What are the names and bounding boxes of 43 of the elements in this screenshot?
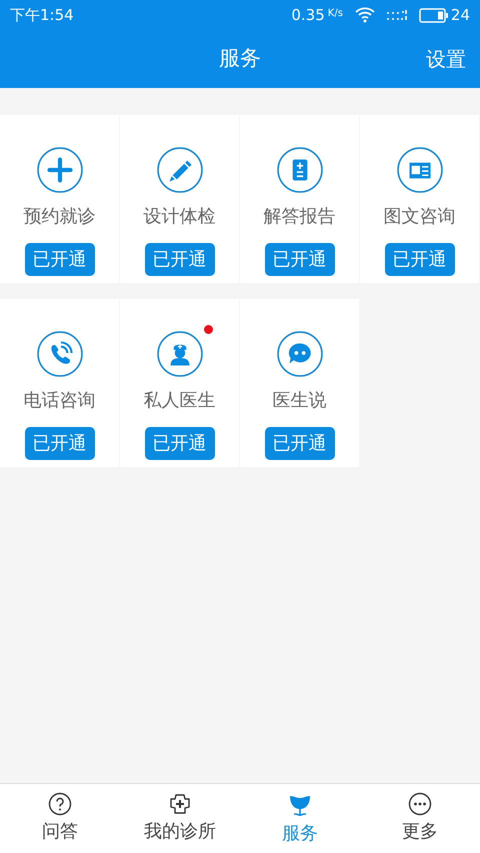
question-icon xyxy=(48,792,72,816)
nav-tab[interactable]: 服务 xyxy=(240,784,360,853)
service-label: 预约就诊 xyxy=(24,205,96,229)
nav-tab[interactable]: 问答 xyxy=(0,784,120,853)
activated-button[interactable]: 已开通 xyxy=(264,427,334,460)
wifi-icon xyxy=(354,7,375,23)
plus-icon xyxy=(36,147,82,193)
service-card[interactable]: 私人医生 已开通 xyxy=(120,299,239,467)
service-card[interactable]: 电话咨询 已开通 xyxy=(0,299,119,467)
service-card[interactable]: 图文咨询 已开通 xyxy=(360,115,479,283)
service-card[interactable]: 设计体检 已开通 xyxy=(120,115,239,283)
service-label: 图文咨询 xyxy=(384,205,456,229)
service-label: 设计体检 xyxy=(144,205,216,229)
doctor-icon xyxy=(156,331,202,377)
speed-unit: K/s xyxy=(328,7,343,21)
network-speed: 0.35 xyxy=(291,4,325,26)
service-label: 电话咨询 xyxy=(24,389,96,413)
report-icon xyxy=(276,147,322,193)
nav-tab[interactable]: 我的诊所 xyxy=(120,784,240,853)
more-icon xyxy=(408,792,432,816)
activated-button[interactable]: 已开通 xyxy=(24,427,94,460)
activated-button[interactable]: 已开通 xyxy=(144,243,214,276)
battery-level: 24 xyxy=(450,4,470,26)
settings-button[interactable]: 设置 xyxy=(426,44,466,74)
page-title: 服务 xyxy=(219,45,261,72)
service-label: 私人医生 xyxy=(144,389,216,413)
clinic-icon xyxy=(168,792,192,816)
activated-button[interactable]: 已开通 xyxy=(384,243,454,276)
service-label: 解答报告 xyxy=(264,205,336,229)
service-card[interactable]: 预约就诊 已开通 xyxy=(0,115,119,283)
activated-button[interactable]: 已开通 xyxy=(144,427,214,460)
phone-icon xyxy=(36,331,82,377)
service-card[interactable]: 解答报告 已开通 xyxy=(240,115,359,283)
service-card[interactable]: 医生说 已开通 xyxy=(240,299,359,467)
status-time: 下午1:54 xyxy=(10,4,74,26)
nav-tab[interactable]: 更多 xyxy=(360,784,480,853)
chat-icon xyxy=(276,331,322,377)
activated-button[interactable]: 已开通 xyxy=(24,243,94,276)
article-icon xyxy=(396,147,442,193)
pencil-icon xyxy=(156,147,202,193)
battery-icon xyxy=(418,8,449,22)
activated-button[interactable]: 已开通 xyxy=(264,243,334,276)
service-label: 医生说 xyxy=(272,389,326,413)
